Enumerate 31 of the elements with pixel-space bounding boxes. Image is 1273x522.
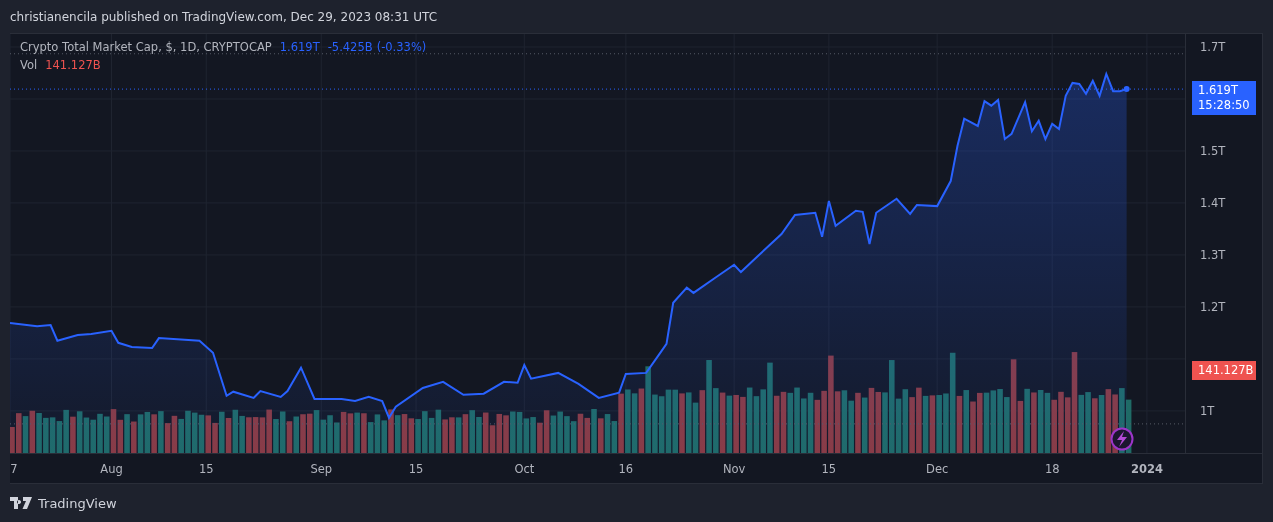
time-axis-label: Sep: [310, 462, 333, 476]
price-axis-label: 1.3T: [1200, 247, 1226, 262]
brand-name: TradingView: [38, 495, 117, 511]
time-axis-label: 16: [618, 462, 634, 476]
time-axis-label: Dec: [926, 462, 949, 476]
time-axis-label: Nov: [722, 462, 746, 476]
price-change: -5.425B: [327, 40, 373, 54]
price-axis-label: 1.5T: [1200, 143, 1226, 158]
last-price-dot: [1123, 86, 1130, 93]
time-axis-label: 7: [10, 462, 18, 476]
price-axis-label: 1.2T: [1200, 299, 1226, 314]
price-value: 1.619T: [279, 40, 320, 54]
time-axis-label: Oct: [514, 462, 535, 476]
change-percent: (-0.33%): [376, 40, 427, 54]
time-axis-label: 15: [198, 462, 214, 476]
time-axis-label: 2024: [1130, 462, 1163, 476]
time-axis-label: 15: [408, 462, 424, 476]
time-axis-label: Aug: [100, 462, 123, 476]
lightning-icon[interactable]: [1110, 427, 1134, 451]
price-axis-label: 1T: [1200, 403, 1215, 418]
price-axis-label: 1.4T: [1200, 195, 1226, 210]
logo-icon: [10, 497, 32, 509]
price-axis-label: 1.7T: [1200, 40, 1226, 54]
time-axis-label: 15: [821, 462, 837, 476]
badge-price: 1.619T: [1198, 83, 1239, 99]
symbol-title: Crypto Total Market Cap, $, 1D, CRYPTOCAP: [20, 40, 272, 54]
volume-value: 141.127B: [45, 58, 101, 72]
countdown-timer: 15:28:50: [1198, 98, 1250, 114]
published-caption: christianencila published on TradingView.com, Dec 29, 2023 08:31 UTC: [10, 9, 438, 24]
time-axis-label: 18: [1044, 462, 1060, 476]
volume-label: Vol: [20, 58, 38, 72]
